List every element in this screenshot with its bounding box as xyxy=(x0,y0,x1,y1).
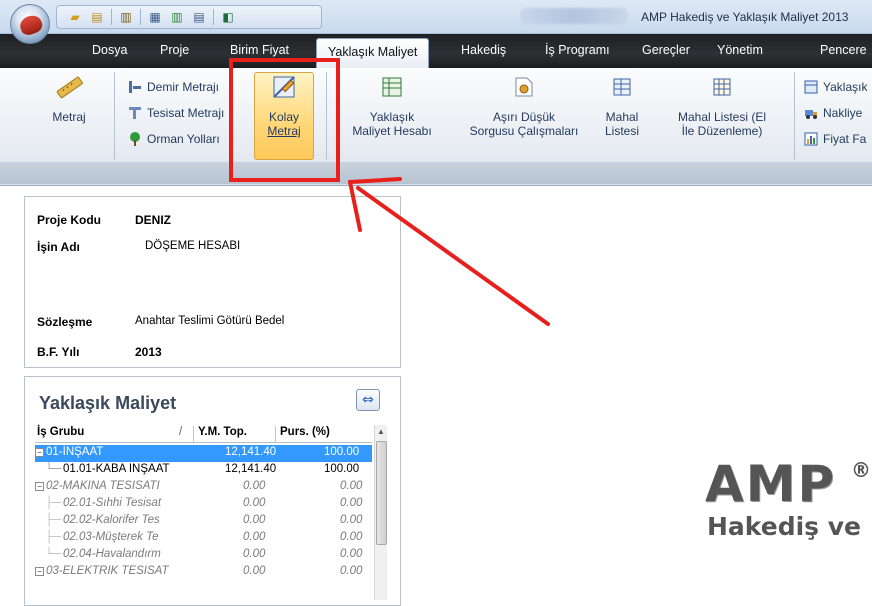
application-menu-button[interactable] xyxy=(10,4,50,44)
annotation-arrow xyxy=(348,177,550,326)
app-logo-icon xyxy=(17,12,45,38)
